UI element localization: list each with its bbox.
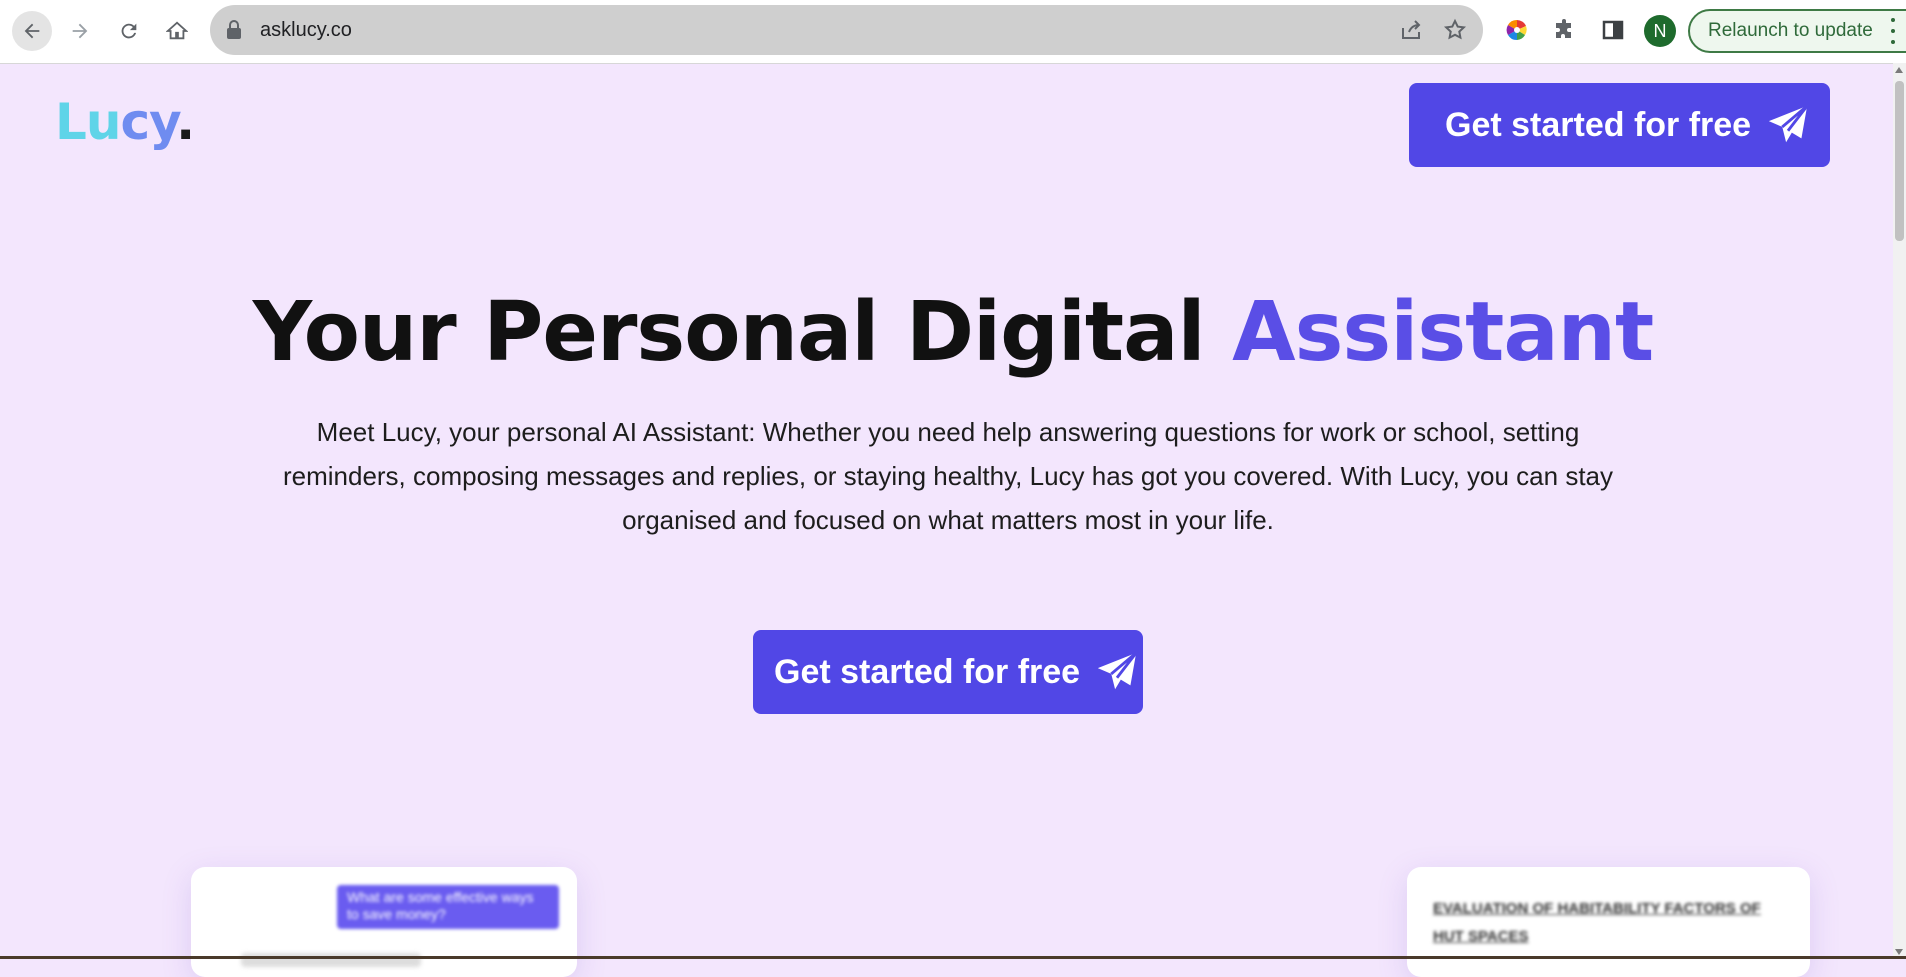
- arrow-left-icon: [24, 23, 40, 39]
- hero-title-main: Your Personal Digital: [252, 285, 1206, 380]
- forward-button[interactable]: [60, 11, 100, 51]
- share-icon[interactable]: [1399, 18, 1423, 47]
- home-icon: [166, 21, 188, 40]
- document-title: EVALUATION OF HABITABILITY FACTORS OF HU…: [1433, 900, 1761, 945]
- header-cta-label: Get started for free: [1445, 105, 1752, 144]
- arrow-right-icon: [72, 23, 88, 39]
- bookmark-star-icon[interactable]: [1443, 18, 1467, 47]
- logo-dot: .: [176, 93, 195, 151]
- extensions-puzzle-icon[interactable]: [1550, 15, 1580, 45]
- address-bar[interactable]: [210, 5, 1483, 55]
- paper-plane-icon: [1765, 102, 1811, 148]
- chat-preview-card: What are some effective ways to save mon…: [191, 867, 577, 977]
- relaunch-label: Relaunch to update: [1708, 20, 1873, 41]
- lucy-logo[interactable]: Lucy.: [55, 93, 195, 151]
- back-button[interactable]: [12, 11, 52, 51]
- relaunch-to-update-button[interactable]: Relaunch to update: [1688, 9, 1906, 53]
- scrollbar-thumb[interactable]: [1895, 81, 1904, 241]
- more-menu-icon[interactable]: [1886, 18, 1900, 44]
- scroll-down-arrow[interactable]: [1895, 949, 1903, 955]
- reload-button[interactable]: [109, 11, 149, 51]
- hero-description: Meet Lucy, your personal AI Assistant: W…: [282, 417, 1614, 535]
- header-get-started-button[interactable]: Get started for free: [1409, 83, 1830, 167]
- side-panel-icon[interactable]: [1598, 15, 1628, 45]
- logo-text-part1: Lu: [55, 93, 121, 151]
- hero-title-accent: Assistant: [1232, 285, 1654, 380]
- paper-plane-icon: [1094, 649, 1140, 695]
- hero-title: Your Personal Digital Assistant: [0, 285, 1906, 380]
- reload-icon: [121, 23, 137, 39]
- main-cta-label: Get started for free: [774, 652, 1081, 691]
- document-preview-card: EVALUATION OF HABITABILITY FACTORS OF HU…: [1407, 867, 1810, 977]
- color-picker-extension-icon[interactable]: [1502, 15, 1532, 45]
- page-scrollbar[interactable]: [1893, 63, 1906, 959]
- url-input[interactable]: [260, 19, 1160, 42]
- home-button[interactable]: [157, 11, 197, 51]
- lock-icon: [226, 20, 242, 45]
- main-get-started-button[interactable]: Get started for free: [753, 630, 1143, 714]
- browser-toolbar: N Relaunch to update: [0, 0, 1906, 64]
- profile-avatar[interactable]: N: [1644, 15, 1676, 47]
- chat-bubble: What are some effective ways to save mon…: [337, 885, 559, 929]
- logo-text-part2: cy: [120, 93, 177, 151]
- scroll-up-arrow[interactable]: [1895, 67, 1903, 73]
